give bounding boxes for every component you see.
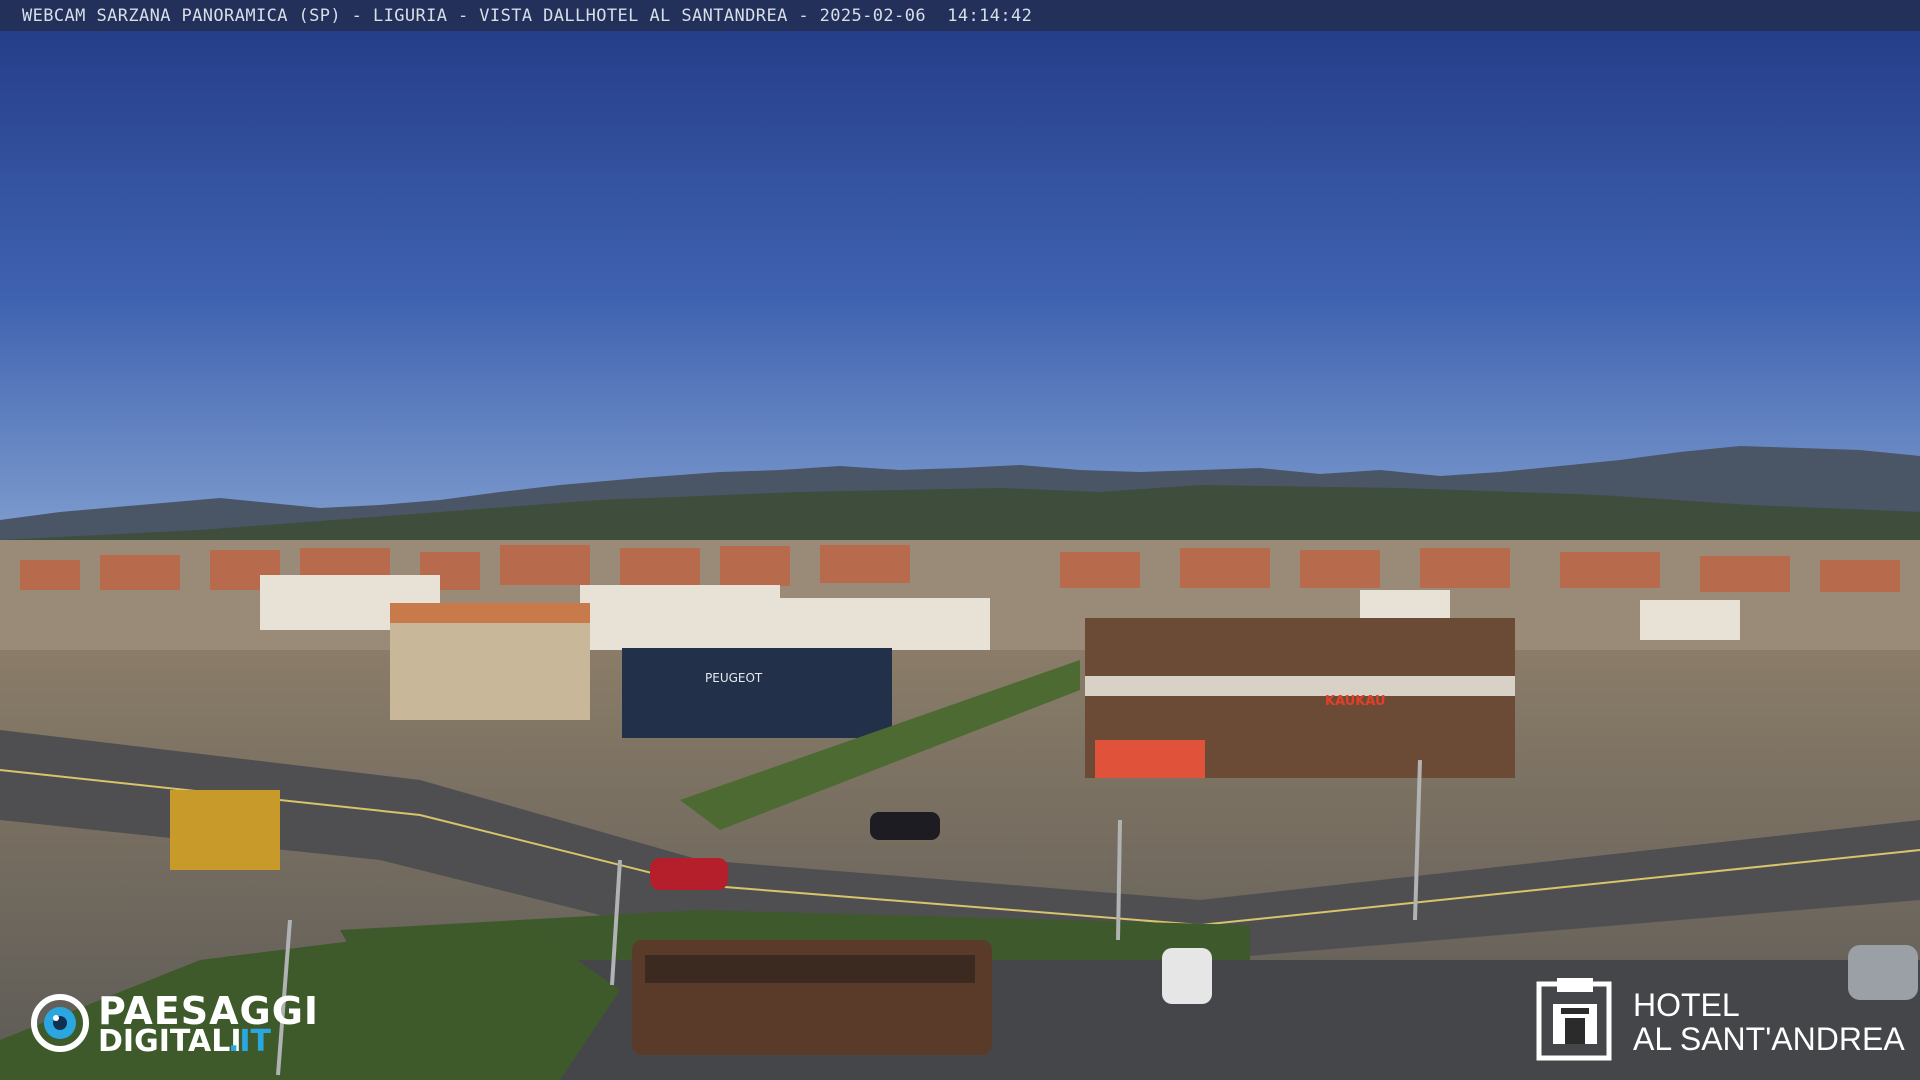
eye-icon: [31, 994, 89, 1052]
logo-domain: .IT: [228, 1024, 272, 1059]
car-dealership: [622, 648, 892, 738]
webcam-caption: WEBCAM SARZANA PANORAMICA (SP) - LIGURIA…: [22, 5, 1033, 26]
hotel-name-line2: AL SANT'ANDREA: [1633, 1021, 1905, 1057]
building-blurred: [390, 612, 590, 720]
car-red: [650, 858, 728, 890]
logo-line2: DIGITALI: [98, 1024, 242, 1059]
webcam-scene: PEUGEOT KAUKAU: [0, 0, 1920, 1080]
car-dark: [870, 812, 940, 840]
car-white: [1162, 948, 1212, 1004]
hotel-logo: HOTEL AL SANT'ANDREA: [1535, 978, 1905, 1062]
webcam-caption-bar: WEBCAM SARZANA PANORAMICA (SP) - LIGURIA…: [0, 0, 1920, 31]
hotel-name-line1: HOTEL: [1633, 987, 1740, 1023]
store-sign: KAUKAU: [1325, 694, 1386, 709]
construction-equipment: [170, 790, 280, 870]
paesaggi-digitali-logo: PAESAGGI DIGITALI .IT: [30, 992, 350, 1062]
hotel-emblem-icon: [1536, 978, 1612, 1061]
dealership-sign: PEUGEOT: [705, 671, 763, 685]
